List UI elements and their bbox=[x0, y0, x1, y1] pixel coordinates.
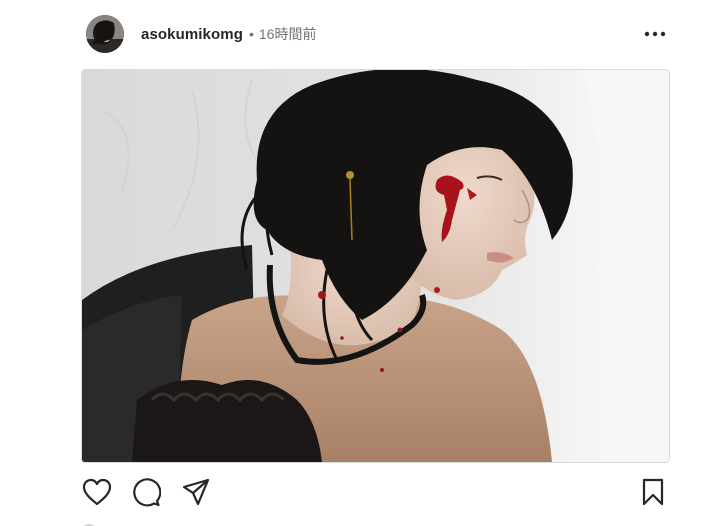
likes-row-cropped bbox=[81, 518, 281, 526]
more-options-icon[interactable] bbox=[640, 22, 670, 46]
post-actions-bar bbox=[81, 476, 671, 508]
comment-bubble-icon[interactable] bbox=[130, 476, 162, 508]
post-header: asokumikomg • 16時間前 bbox=[86, 14, 670, 54]
instagram-post: asokumikomg • 16時間前 bbox=[0, 0, 704, 526]
post-image[interactable] bbox=[81, 69, 670, 463]
bookmark-icon[interactable] bbox=[637, 476, 669, 508]
paper-plane-icon[interactable] bbox=[180, 476, 212, 508]
post-timestamp[interactable]: 16時間前 bbox=[259, 24, 317, 44]
username-link[interactable]: asokumikomg bbox=[141, 26, 243, 43]
heart-icon[interactable] bbox=[81, 476, 113, 508]
separator-dot: • bbox=[248, 26, 254, 42]
avatar[interactable] bbox=[86, 15, 124, 53]
